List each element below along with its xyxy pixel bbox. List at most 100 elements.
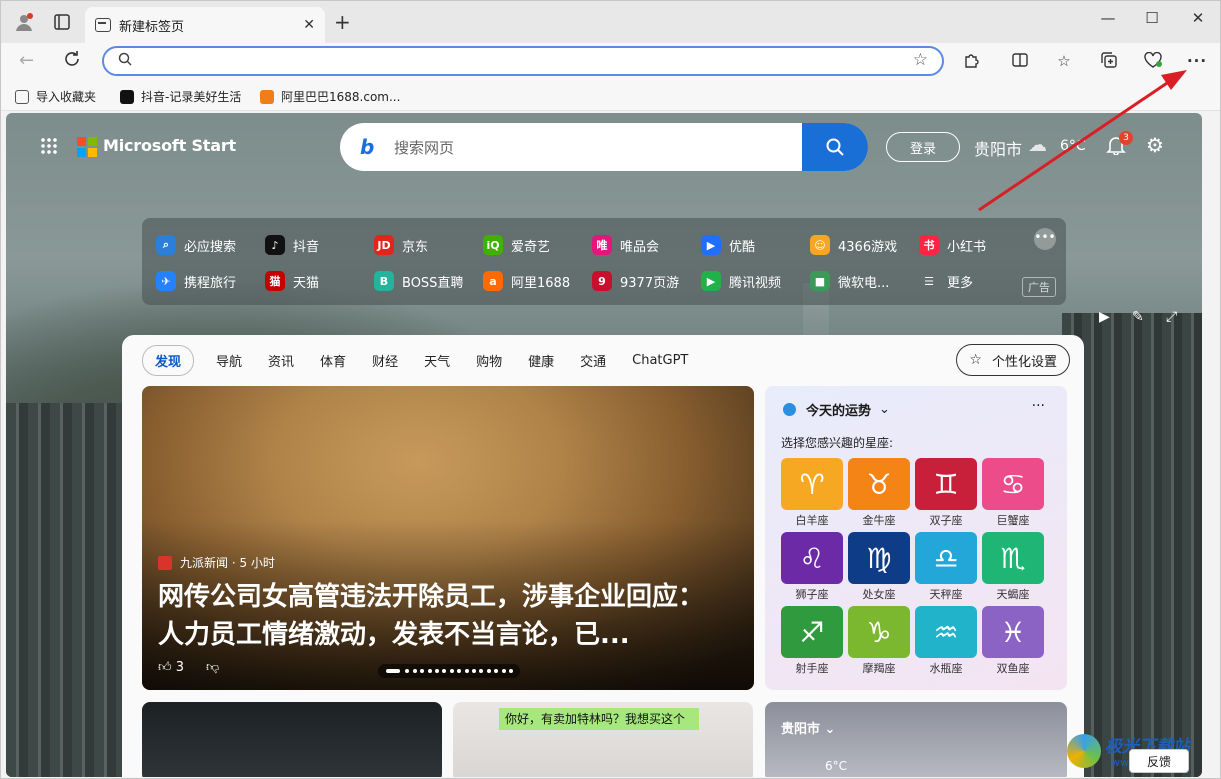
minimize-button[interactable]: — bbox=[1098, 9, 1118, 27]
feed-tab[interactable]: 购物 bbox=[476, 351, 502, 370]
carousel-dot[interactable] bbox=[509, 669, 513, 673]
zodiac-sign[interactable]: ♏︎ 天蝎座 bbox=[982, 532, 1044, 601]
login-button[interactable]: 登录 bbox=[886, 132, 960, 162]
carousel-dot[interactable] bbox=[427, 669, 432, 673]
zodiac-sign[interactable]: ♌︎ 狮子座 bbox=[781, 532, 843, 601]
refresh-icon[interactable] bbox=[63, 50, 81, 73]
extensions-icon[interactable] bbox=[960, 52, 982, 72]
weather-temp[interactable]: 6°C bbox=[1060, 138, 1086, 154]
personalize-button[interactable]: ☆ 个性化设置 bbox=[956, 344, 1070, 376]
quick-link[interactable]: ■ 微软电... bbox=[810, 271, 889, 291]
zodiac-sign[interactable]: ♒︎ 水瓶座 bbox=[915, 606, 977, 675]
split-screen-icon[interactable] bbox=[1009, 52, 1031, 72]
carousel-dot[interactable] bbox=[412, 669, 417, 673]
feedback-button[interactable]: 反馈 bbox=[1129, 749, 1189, 773]
carousel-dot[interactable] bbox=[479, 669, 484, 673]
carousel-dot[interactable] bbox=[494, 669, 499, 673]
close-window-button[interactable]: ✕ bbox=[1188, 9, 1208, 27]
quick-link[interactable]: 书小红书 bbox=[919, 235, 986, 255]
more-menu-icon[interactable]: ··· bbox=[1186, 52, 1208, 70]
zodiac-sign[interactable]: ♈︎ 白羊座 bbox=[781, 458, 843, 527]
maximize-button[interactable]: ☐ bbox=[1142, 9, 1162, 27]
quick-link[interactable]: a 阿里1688 bbox=[483, 271, 570, 291]
close-tab-icon[interactable]: ✕ bbox=[303, 17, 315, 33]
back-icon[interactable]: ← bbox=[19, 50, 34, 71]
edit-background-icon[interactable]: ✎ bbox=[1132, 309, 1144, 325]
tab-actions-icon[interactable] bbox=[51, 11, 73, 33]
app-launcher-icon[interactable] bbox=[40, 137, 58, 155]
quick-link[interactable]: iQ 爱奇艺 bbox=[483, 235, 550, 255]
horoscope-more-button[interactable]: ··· bbox=[1032, 398, 1045, 414]
weather-city[interactable]: 贵阳市 bbox=[974, 136, 1022, 160]
bookmark-import[interactable]: 导入收藏夹 bbox=[15, 88, 96, 105]
expand-icon[interactable]: ⤢ bbox=[1166, 309, 1177, 325]
news-card-chat[interactable]: 你好，有卖加特林吗？我想买这个 bbox=[453, 702, 753, 777]
carousel-dot[interactable] bbox=[405, 669, 410, 673]
like-button[interactable]: 👍︎ 3 bbox=[158, 660, 184, 675]
feed-tab[interactable]: 导航 bbox=[216, 351, 242, 370]
feed-tab[interactable]: ChatGPT bbox=[632, 353, 688, 368]
favorites-icon[interactable]: ☆ bbox=[1053, 52, 1075, 70]
new-tab-button[interactable]: + bbox=[334, 12, 351, 32]
carousel-dot[interactable] bbox=[486, 669, 491, 673]
feed-tab[interactable]: 健康 bbox=[528, 351, 554, 370]
zodiac-sign[interactable]: ♓︎ 双鱼座 bbox=[982, 606, 1044, 675]
address-bar[interactable]: ☆ bbox=[102, 46, 944, 76]
quick-link[interactable]: ✈ 携程旅行 bbox=[156, 271, 236, 291]
feed-tab[interactable]: 体育 bbox=[320, 351, 346, 370]
tab-new-tab[interactable]: 新建标签页 ✕ bbox=[85, 7, 325, 43]
feed-tab[interactable]: 财经 bbox=[372, 351, 398, 370]
zodiac-sign[interactable]: ♍︎ 处女座 bbox=[848, 532, 910, 601]
quick-link[interactable]: ♪ 抖音 bbox=[265, 235, 319, 255]
feed-tab[interactable]: 天气 bbox=[424, 351, 450, 370]
zodiac-sign[interactable]: ♐︎ 射手座 bbox=[781, 606, 843, 675]
carousel-dot[interactable] bbox=[464, 669, 469, 673]
news-card-photo[interactable] bbox=[142, 702, 442, 777]
quick-link[interactable]: JD 京东 bbox=[374, 235, 428, 255]
zodiac-sign[interactable]: ♎︎ 天秤座 bbox=[915, 532, 977, 601]
feed-tab[interactable]: 发现 bbox=[142, 344, 195, 376]
brand-title[interactable]: Microsoft Start bbox=[103, 136, 236, 155]
play-icon[interactable]: ▶ bbox=[1099, 309, 1110, 325]
dislike-icon[interactable]: 👎︎ bbox=[206, 660, 219, 675]
quick-link[interactable]: ⌕ 必应搜索 bbox=[156, 235, 236, 255]
zodiac-sign[interactable]: ♊︎ 双子座 bbox=[915, 458, 977, 527]
carousel-dot[interactable] bbox=[449, 669, 454, 673]
article-headline[interactable]: 网传公司女高管违法开除员工，涉事企业回应：人力员工情绪激动，发表不当言论，已..… bbox=[158, 578, 728, 654]
gear-icon[interactable]: ⚙ bbox=[1146, 133, 1164, 157]
bookmark-1688[interactable]: 阿里巴巴1688.com... bbox=[260, 88, 400, 105]
quick-link[interactable]: ☰ 更多 bbox=[919, 271, 973, 291]
quick-link[interactable]: 唯唯品会 bbox=[592, 235, 659, 255]
web-search-box[interactable]: b 搜索网页 bbox=[340, 123, 868, 171]
weather-card[interactable]: 贵阳市 ⌄ 6°C bbox=[765, 702, 1067, 777]
carousel-dots[interactable] bbox=[378, 664, 520, 678]
hero-article[interactable]: 九派新闻 · 5 小时 网传公司女高管违法开除员工，涉事企业回应：人力员工情绪激… bbox=[142, 386, 754, 690]
zodiac-sign[interactable]: ♋︎ 巨蟹座 bbox=[982, 458, 1044, 527]
zodiac-sign[interactable]: ♑︎ 摩羯座 bbox=[848, 606, 910, 675]
carousel-dot[interactable] bbox=[442, 669, 447, 673]
quick-link[interactable]: ▶ 腾讯视频 bbox=[701, 271, 781, 291]
quick-link[interactable]: ☺ 4366游戏 bbox=[810, 235, 897, 255]
bookmark-douyin[interactable]: 抖音-记录美好生活 bbox=[120, 88, 241, 105]
quick-links-more-button[interactable]: ••• bbox=[1034, 228, 1056, 250]
carousel-dot[interactable] bbox=[501, 669, 506, 673]
zodiac-name: 天秤座 bbox=[929, 588, 963, 601]
feed-tab[interactable]: 资讯 bbox=[268, 351, 294, 370]
quick-link[interactable]: 猫天猫 bbox=[265, 271, 319, 291]
carousel-dot[interactable] bbox=[420, 669, 425, 673]
quick-link[interactable]: ▶ 优酷 bbox=[701, 235, 755, 255]
browser-essentials-icon[interactable] bbox=[1142, 51, 1164, 72]
feed-tab[interactable]: 交通 bbox=[580, 351, 606, 370]
search-button[interactable] bbox=[802, 123, 868, 171]
carousel-dot[interactable] bbox=[472, 669, 476, 673]
carousel-dot[interactable] bbox=[386, 669, 400, 673]
profile-icon[interactable] bbox=[13, 11, 35, 33]
carousel-dot[interactable] bbox=[435, 669, 439, 673]
quick-link[interactable]: B BOSS直聘 bbox=[374, 271, 463, 291]
horoscope-header[interactable]: 今天的运势 ⌄ bbox=[783, 400, 890, 419]
carousel-dot[interactable] bbox=[457, 669, 462, 673]
collections-icon[interactable] bbox=[1098, 52, 1120, 72]
quick-link[interactable]: 9 9377页游 bbox=[592, 271, 679, 291]
zodiac-sign[interactable]: ♉︎ 金牛座 bbox=[848, 458, 910, 527]
favorite-star-icon[interactable]: ☆ bbox=[913, 50, 928, 70]
